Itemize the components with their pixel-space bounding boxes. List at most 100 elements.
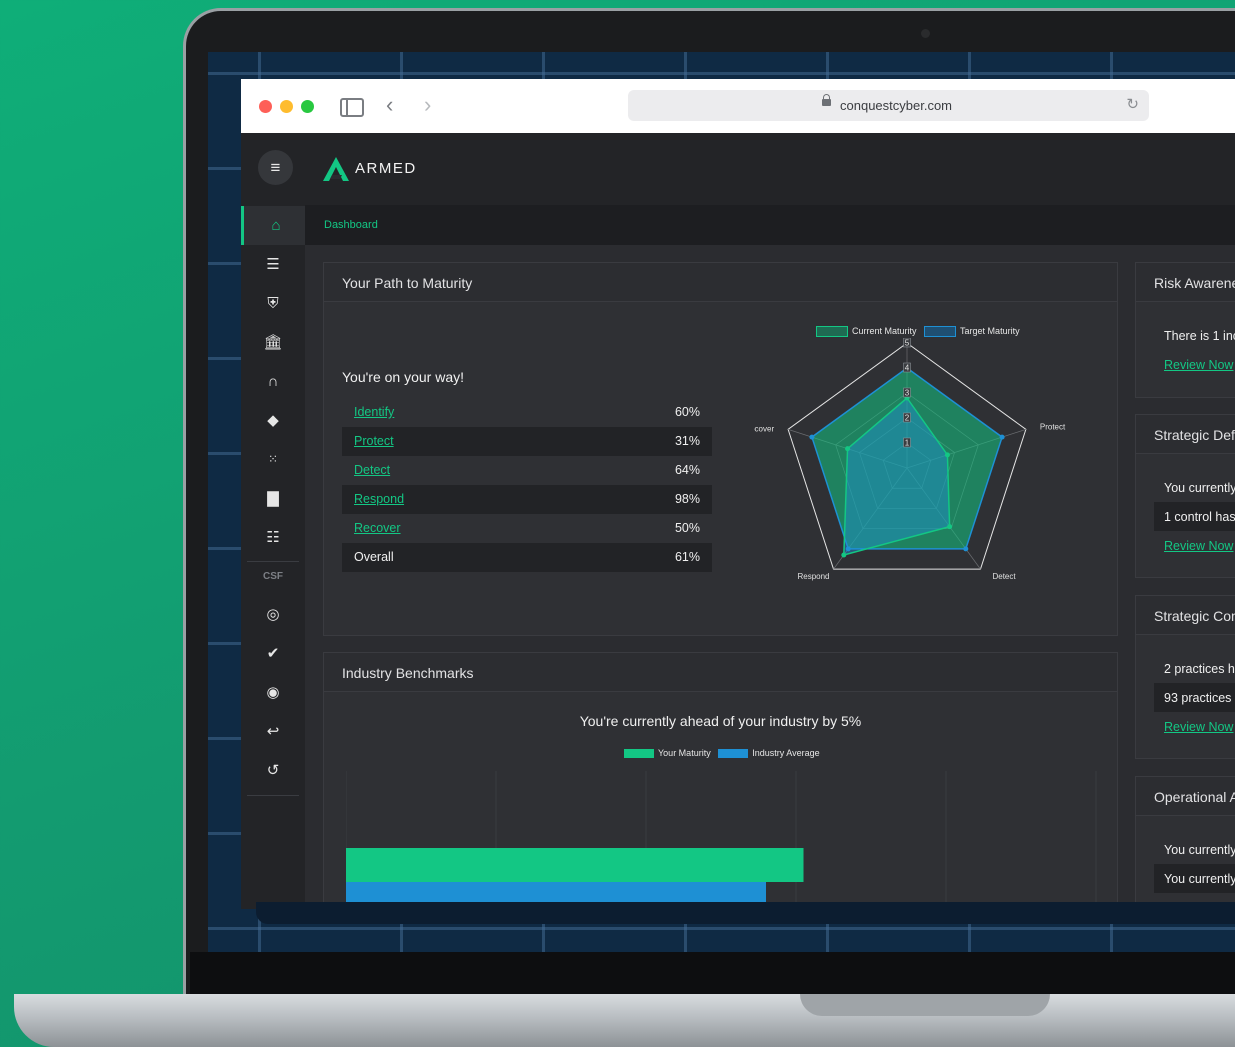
radar-point	[845, 446, 851, 452]
camera	[921, 29, 930, 38]
function-link[interactable]: Recover	[354, 521, 401, 535]
bank-icon[interactable]: 🏛	[241, 323, 305, 362]
minimize-window-button[interactable]	[280, 100, 293, 113]
radar-axis-label: Respond	[797, 572, 829, 581]
maximize-window-button[interactable]	[301, 100, 314, 113]
shield-icon[interactable]: ⛨	[241, 284, 305, 323]
maturity-value: 98%	[674, 492, 700, 506]
defense-text: You currently	[1164, 481, 1235, 495]
lock-icon	[822, 94, 831, 106]
breadcrumb[interactable]: Dashboard	[324, 219, 378, 231]
address-bar[interactable]: conquestcyber.com ↻	[628, 90, 1149, 121]
benchmark-bar-chart	[346, 771, 1097, 909]
laptop-base	[14, 994, 1235, 1047]
menu-icon[interactable]: ≡	[258, 150, 293, 185]
maturity-row: Detect 64%	[342, 456, 712, 485]
radar-legend: Current Maturity Target Maturity	[816, 326, 1020, 338]
maturity-row: Respond 98%	[342, 485, 712, 514]
browser-toolbar: ‹ › conquestcyber.com ↻	[241, 79, 1235, 133]
radar-axis-label: Protect	[1040, 422, 1066, 431]
dots-grid-icon[interactable]: ⁙	[241, 440, 305, 479]
function-link[interactable]: Protect	[354, 434, 394, 448]
server-icon[interactable]: ☰	[241, 245, 305, 284]
forward-icon[interactable]: ›	[424, 92, 431, 118]
operational-panel: Operational A You currently You currentl…	[1135, 776, 1235, 909]
left-navigation: ⌂ ☰ ⛨ 🏛 ∩ ◆ ⁙ ▇ ☷ CSF ◎ ✔ ◉ ↩ ↺	[241, 205, 308, 909]
nav-divider	[247, 795, 299, 796]
bar-chart-icon[interactable]: ▇	[241, 479, 305, 518]
nav-divider	[247, 561, 299, 562]
maturity-row: Overall 61%	[342, 543, 712, 572]
radar-tick-label: 2	[905, 414, 910, 423]
radar-axis-label: Detect	[992, 572, 1016, 581]
benchmarks-panel: Industry Benchmarks You're currently ahe…	[323, 652, 1118, 909]
function-link[interactable]: Identify	[354, 405, 394, 419]
panel-title: Industry Benchmarks	[342, 665, 474, 681]
maturity-value: 64%	[674, 463, 700, 477]
compliance-panel: Strategic Com 2 practices ha 93 practice…	[1135, 595, 1235, 759]
radar-point	[809, 434, 815, 440]
panel-title: Strategic Com	[1154, 608, 1235, 624]
legend-target: Target Maturity	[960, 326, 1020, 336]
maturity-subtitle: You're on your way!	[342, 369, 465, 385]
home-icon: ⌂	[271, 217, 281, 234]
review-now-link[interactable]: Review Now	[1164, 358, 1233, 372]
overall-label: Overall	[354, 550, 394, 564]
review-now-link[interactable]: Review Now	[1164, 539, 1233, 553]
screen-bottom-edge	[256, 902, 1235, 924]
compliance-text: 2 practices ha	[1164, 662, 1235, 676]
defense-panel: Strategic Defe You currently 1 control h…	[1135, 414, 1235, 578]
reload-icon[interactable]: ↻	[1126, 95, 1139, 113]
book-icon[interactable]: ◆	[241, 401, 305, 440]
function-link[interactable]: Respond	[354, 492, 404, 506]
legend-yours: Your Maturity	[658, 748, 711, 758]
operational-text: You currently	[1164, 872, 1235, 886]
panel-title: Operational A	[1154, 789, 1235, 805]
browser-window: ‹ › conquestcyber.com ↻ ≡ ARMED ⌂ ☰ ⛨ 🏛 …	[241, 79, 1235, 909]
history-icon[interactable]: ↺	[241, 751, 305, 790]
sidebar-toggle-icon[interactable]	[340, 98, 364, 117]
maturity-row: Recover 50%	[342, 514, 712, 543]
radar-tick-label: 3	[905, 389, 910, 398]
bench-legend: Your Maturity Industry Average	[624, 748, 820, 759]
maturity-row: Protect 31%	[342, 427, 712, 456]
radar-point	[963, 546, 969, 552]
legend-swatch-target	[924, 326, 957, 338]
risk-panel: Risk Awarene There is 1 inc Review Now	[1135, 262, 1235, 398]
legend-swatch-current	[816, 326, 848, 338]
app-root: ≡ ARMED ⌂ ☰ ⛨ 🏛 ∩ ◆ ⁙ ▇ ☷ CSF ◎ ✔ ◉ ↩ ↺	[241, 133, 1235, 909]
maturity-value: 61%	[674, 550, 700, 564]
maturity-value: 31%	[674, 434, 700, 448]
back-icon[interactable]: ‹	[386, 92, 393, 118]
url-text: conquestcyber.com	[840, 98, 953, 113]
panel-title: Strategic Defe	[1154, 427, 1235, 443]
list-icon[interactable]: ☷	[241, 518, 305, 557]
close-window-button[interactable]	[259, 100, 272, 113]
legend-avg: Industry Average	[752, 748, 820, 758]
nav-home[interactable]: ⌂	[241, 206, 308, 245]
radar-icon[interactable]: ◉	[241, 673, 305, 712]
reply-icon[interactable]: ↩	[241, 712, 305, 751]
maturity-value: 50%	[674, 521, 700, 535]
shield-check-icon[interactable]: ✔	[241, 634, 305, 673]
fingerprint-icon[interactable]: ◎	[241, 595, 305, 634]
radar-tick-label: 1	[905, 439, 910, 448]
radar-chart: 54321IdentifyProtectDetectRespondRecover	[754, 338, 1066, 581]
radar-tick-label: 4	[905, 364, 910, 373]
headset-icon[interactable]: ∩	[241, 362, 305, 401]
laptop-chin	[190, 952, 1235, 996]
nav-section-label: CSF	[263, 571, 283, 582]
operational-text: You currently	[1164, 843, 1235, 857]
logo-icon	[323, 157, 349, 181]
defense-text: 1 control has	[1164, 510, 1235, 524]
compliance-text: 93 practices r	[1164, 691, 1235, 705]
review-now-link[interactable]: Review Now	[1164, 720, 1233, 734]
radar-point	[944, 452, 950, 458]
function-link[interactable]: Detect	[354, 463, 390, 477]
legend-current: Current Maturity	[852, 326, 917, 336]
bench-bar-yours	[346, 848, 804, 882]
panel-title: Your Path to Maturity	[342, 275, 473, 291]
maturity-value: 60%	[674, 405, 700, 419]
brand-name: ARMED	[355, 160, 417, 177]
radar-point	[999, 434, 1005, 440]
